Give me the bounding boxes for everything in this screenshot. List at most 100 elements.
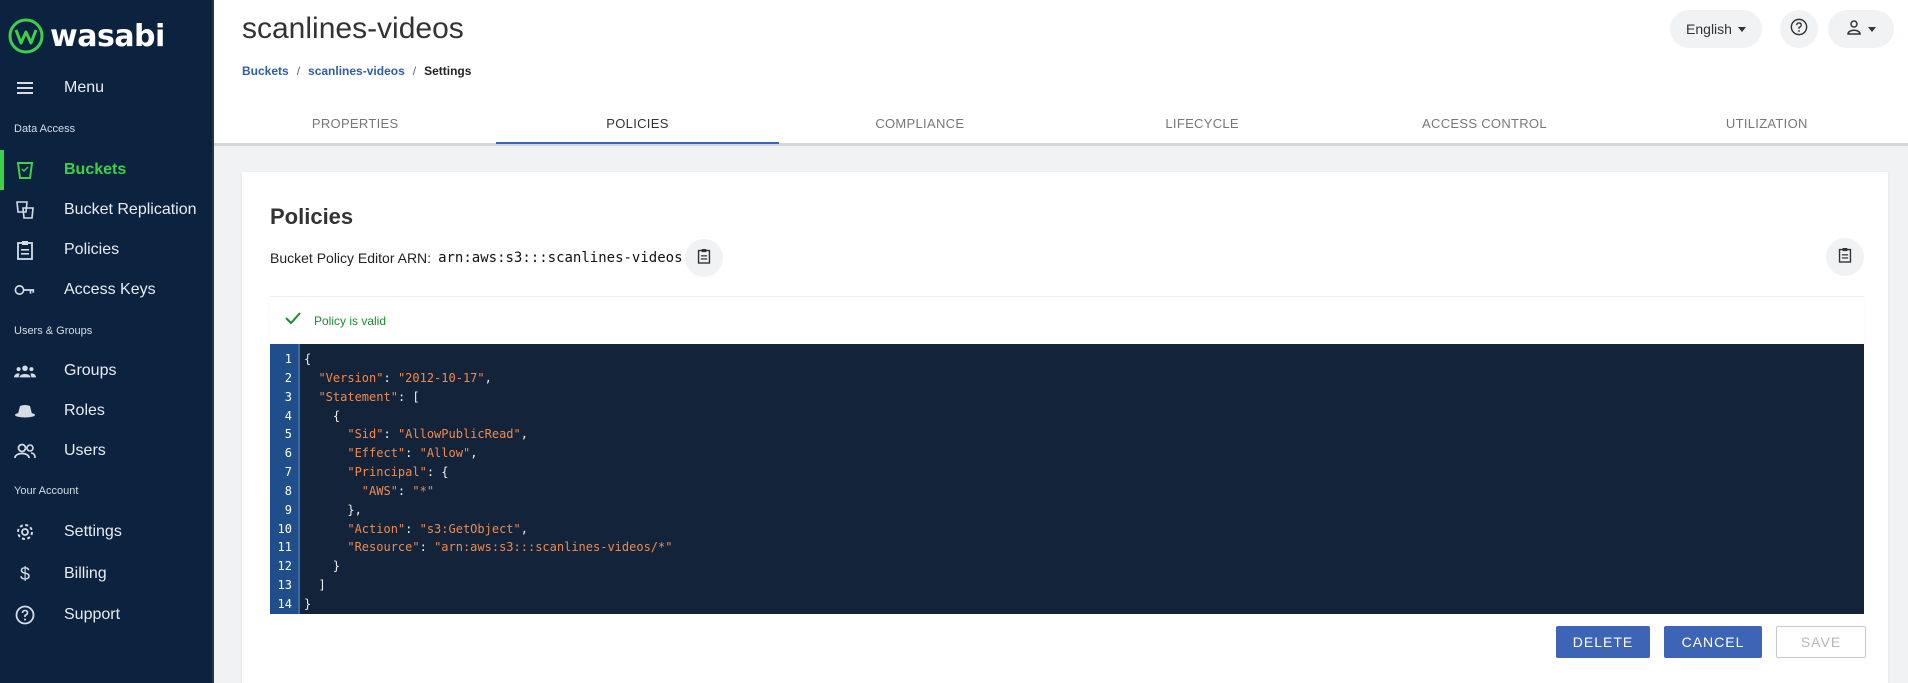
sidebar-item-support[interactable]: Support — [0, 595, 212, 635]
sidebar-item-label: Policies — [64, 241, 120, 258]
sidebar-item-settings[interactable]: Settings — [0, 512, 212, 552]
arn-label: Bucket Policy Editor ARN: — [270, 250, 432, 266]
code-line: { — [304, 408, 341, 423]
clipboard-icon — [14, 239, 36, 261]
cancel-button[interactable]: CANCEL — [1664, 626, 1762, 658]
line-number: 8 — [284, 483, 292, 498]
sidebar-item-roles[interactable]: Roles — [0, 391, 212, 431]
code-line: "Effect": "Allow", — [347, 446, 478, 461]
tab-properties[interactable]: PROPERTIES — [214, 102, 496, 144]
line-number: 4 — [284, 408, 292, 423]
brand-name: wasabi — [50, 18, 165, 54]
breadcrumb: Buckets / scanlines-videos / Settings — [242, 64, 471, 78]
policy-status-bar: Policy is valid — [270, 296, 1864, 344]
line-numbers: 1 2 3 4 5 6 7 8 9 10 11 12 13 14 — [270, 344, 300, 614]
sidebar-item-label: Roles — [64, 402, 105, 419]
code-line: } — [304, 596, 312, 611]
line-number: 12 — [277, 559, 292, 574]
menu-toggle[interactable]: Menu — [0, 68, 212, 108]
line-number: 9 — [284, 502, 292, 517]
save-button[interactable]: SAVE — [1776, 626, 1866, 658]
line-number: 6 — [284, 446, 292, 461]
code-line: { — [304, 352, 312, 366]
breadcrumb-separator: / — [412, 64, 417, 78]
sidebar-item-label: Settings — [64, 523, 122, 540]
policy-code-editor[interactable]: 1 2 3 4 5 6 7 8 9 10 11 12 13 14 { "Version": "2012-1… — [270, 344, 1864, 614]
line-number: 5 — [284, 427, 292, 442]
sidebar-item-label: Users — [64, 442, 106, 459]
delete-button[interactable]: DELETE — [1556, 626, 1650, 658]
key-icon — [14, 279, 36, 301]
language-selector[interactable]: English — [1670, 10, 1762, 48]
sidebar-item-label: Access Keys — [64, 281, 156, 298]
dollar-icon: $ — [19, 563, 30, 584]
arn-value: arn:aws:s3:::scanlines-videos — [438, 250, 683, 266]
breadcrumb-buckets[interactable]: Buckets — [242, 64, 289, 78]
line-number: 14 — [277, 596, 292, 611]
chevron-down-icon — [1737, 26, 1746, 32]
line-number: 7 — [284, 465, 292, 480]
policies-card: Policies Bucket Policy Editor ARN: arn:a… — [242, 172, 1888, 683]
tab-utilization[interactable]: UTILIZATION — [1626, 102, 1908, 144]
sidebar-item-label: Groups — [64, 362, 117, 379]
breadcrumb-separator: / — [296, 64, 301, 78]
line-number: 3 — [284, 389, 292, 404]
menu-label: Menu — [64, 79, 105, 96]
sidebar-item-label: Billing — [64, 565, 107, 582]
settings-tabs: PROPERTIES POLICIES COMPLIANCE LIFECYCLE… — [214, 102, 1908, 144]
user-menu-button[interactable] — [1828, 10, 1894, 48]
code-line: } — [304, 559, 341, 574]
section-your-account: Your Account — [14, 485, 79, 497]
wasabi-logo[interactable]: wasabi — [8, 16, 165, 56]
page-title: scanlines-videos — [242, 12, 464, 45]
sidebar-item-billing[interactable]: $ Billing — [0, 554, 212, 594]
chevron-down-icon — [1868, 26, 1876, 32]
code-line: "Action": "s3:GetObject", — [347, 521, 528, 536]
tab-access-control[interactable]: ACCESS CONTROL — [1343, 102, 1625, 144]
bucket-replication-icon — [14, 199, 36, 221]
help-circle-icon — [14, 604, 36, 626]
line-number: 11 — [277, 540, 292, 555]
code-line: "Resource": "arn:aws:s3:::scanlines-vide… — [347, 540, 673, 555]
breadcrumb-current: Settings — [424, 64, 472, 78]
tab-policies[interactable]: POLICIES — [496, 102, 779, 144]
tab-compliance[interactable]: COMPLIANCE — [779, 102, 1061, 144]
code-line: "Principal": { — [347, 465, 449, 480]
wasabi-logo-icon — [8, 18, 44, 54]
copy-policy-button[interactable] — [1826, 238, 1864, 276]
hamburger-icon — [14, 77, 36, 99]
user-icon — [1846, 19, 1862, 40]
copy-arn-button[interactable] — [684, 239, 723, 277]
line-number: 1 — [284, 352, 292, 366]
hat-icon — [14, 400, 36, 422]
sidebar-item-access-keys[interactable]: Access Keys — [0, 270, 212, 310]
code-line: }, — [304, 502, 362, 517]
breadcrumb-bucket[interactable]: scanlines-videos — [308, 64, 405, 78]
line-number: 13 — [277, 578, 292, 593]
sidebar-item-bucket-replication[interactable]: Bucket Replication — [0, 190, 212, 230]
sidebar-item-groups[interactable]: Groups — [0, 351, 212, 391]
line-number: 10 — [277, 521, 292, 536]
help-icon — [1790, 18, 1808, 41]
code-line: "Statement": [ — [318, 389, 420, 404]
tab-lifecycle[interactable]: LIFECYCLE — [1061, 102, 1343, 144]
code-line: ] — [304, 578, 326, 593]
line-number: 2 — [284, 370, 292, 385]
code-content[interactable]: { "Version": "2012-10-17", "Statement": … — [300, 344, 672, 614]
sidebar-item-policies[interactable]: Policies — [0, 230, 212, 270]
clipboard-icon — [697, 248, 711, 269]
sidebar-item-users[interactable]: Users — [0, 431, 212, 471]
code-line: "AWS": "*" — [361, 483, 435, 498]
language-label: English — [1686, 21, 1732, 37]
section-data-access: Data Access — [14, 123, 76, 135]
users-icon — [14, 440, 36, 462]
policy-status-text: Policy is valid — [314, 313, 387, 328]
sidebar-item-buckets[interactable]: Buckets — [0, 150, 212, 190]
help-button[interactable] — [1780, 10, 1818, 48]
code-line: "Sid": "AllowPublicRead", — [347, 427, 528, 442]
arn-row: Bucket Policy Editor ARN: arn:aws:s3:::s… — [270, 238, 723, 278]
groups-icon — [14, 360, 36, 382]
clipboard-icon — [1838, 247, 1852, 268]
sidebar-item-label: Bucket Replication — [64, 201, 197, 218]
bucket-icon — [14, 159, 36, 181]
